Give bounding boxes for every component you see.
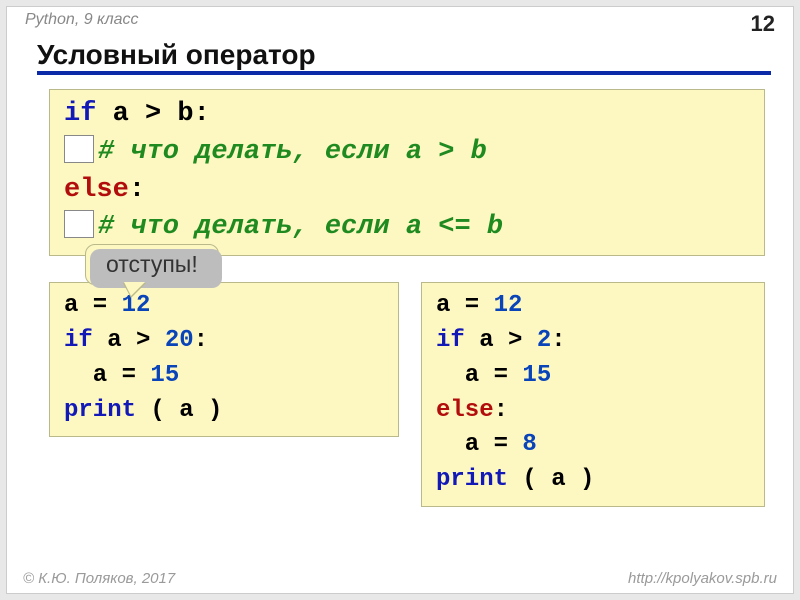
right-code-block: a = 12 if a > 2: a = 15 else: a = 8 prin… [421,282,765,507]
indent-marker [64,210,94,238]
number: 12 [494,292,523,319]
code-line: # что делать, если a <= b [64,209,750,247]
slide: Python, 9 класс 12 Условный оператор if … [6,6,794,594]
code-line: if a > b: [64,96,750,134]
comment: # что делать, если a <= b [98,212,503,242]
comment: # что делать, если a > b [98,137,487,167]
code-line: a = 12 [64,289,384,324]
kw-else: else [64,175,129,205]
code-line: a = 15 [436,359,750,394]
title-block: Условный оператор [37,39,771,75]
columns: отступы! a = 12 if a > 20: a = 15 print … [49,282,765,507]
code-text: : [551,327,565,354]
code-line: else: [436,394,750,429]
code-line: a = 15 [64,359,384,394]
code-text: a = [436,362,522,389]
code-text: ( a ) [508,466,594,493]
code-text: a = [64,292,122,319]
footer-copyright: © К.Ю. Поляков, 2017 [23,570,175,587]
code-line: else: [64,172,750,210]
code-line: print ( a ) [436,463,750,498]
code-text: a > b: [96,99,209,129]
kw-else: else [436,397,494,424]
left-column: отступы! a = 12 if a > 20: a = 15 print … [49,282,399,437]
code-text: : [194,327,208,354]
number: 15 [150,362,179,389]
code-text: a > [93,327,165,354]
page-title: Условный оператор [37,39,316,73]
left-code-block: a = 12 if a > 20: a = 15 print ( a ) [49,282,399,437]
course-label: Python, 9 класс [25,11,139,29]
number: 20 [165,327,194,354]
code-text: ( a ) [136,397,222,424]
main-code-block: if a > b: # что делать, если a > b else:… [49,89,765,256]
code-line: if a > 2: [436,324,750,359]
kw-print: print [436,466,508,493]
callout-indents: отступы! [85,244,219,285]
indent-marker [64,135,94,163]
code-line: a = 12 [436,289,750,324]
header: Python, 9 класс 12 [7,7,793,37]
code-line: if a > 20: [64,324,384,359]
code-line: print ( a ) [64,394,384,429]
callout-text: отступы! [106,251,198,277]
footer: © К.Ю. Поляков, 2017 http://kpolyakov.sp… [7,566,793,593]
page-number: 12 [751,11,775,37]
code-line: # что делать, если a > b [64,134,750,172]
code-text: a > [465,327,537,354]
right-column: a = 12 if a > 2: a = 15 else: a = 8 prin… [421,282,765,507]
code-text: a = [64,362,150,389]
code-text: : [129,175,145,205]
number: 2 [537,327,551,354]
code-text: a = [436,292,494,319]
code-text: a = [436,431,522,458]
code-line: a = 8 [436,428,750,463]
kw-if: if [64,327,93,354]
kw-print: print [64,397,136,424]
number: 15 [522,362,551,389]
code-text: : [494,397,508,424]
number: 8 [522,431,536,458]
footer-url: http://kpolyakov.spb.ru [628,570,777,587]
kw-if: if [64,99,96,129]
kw-if: if [436,327,465,354]
